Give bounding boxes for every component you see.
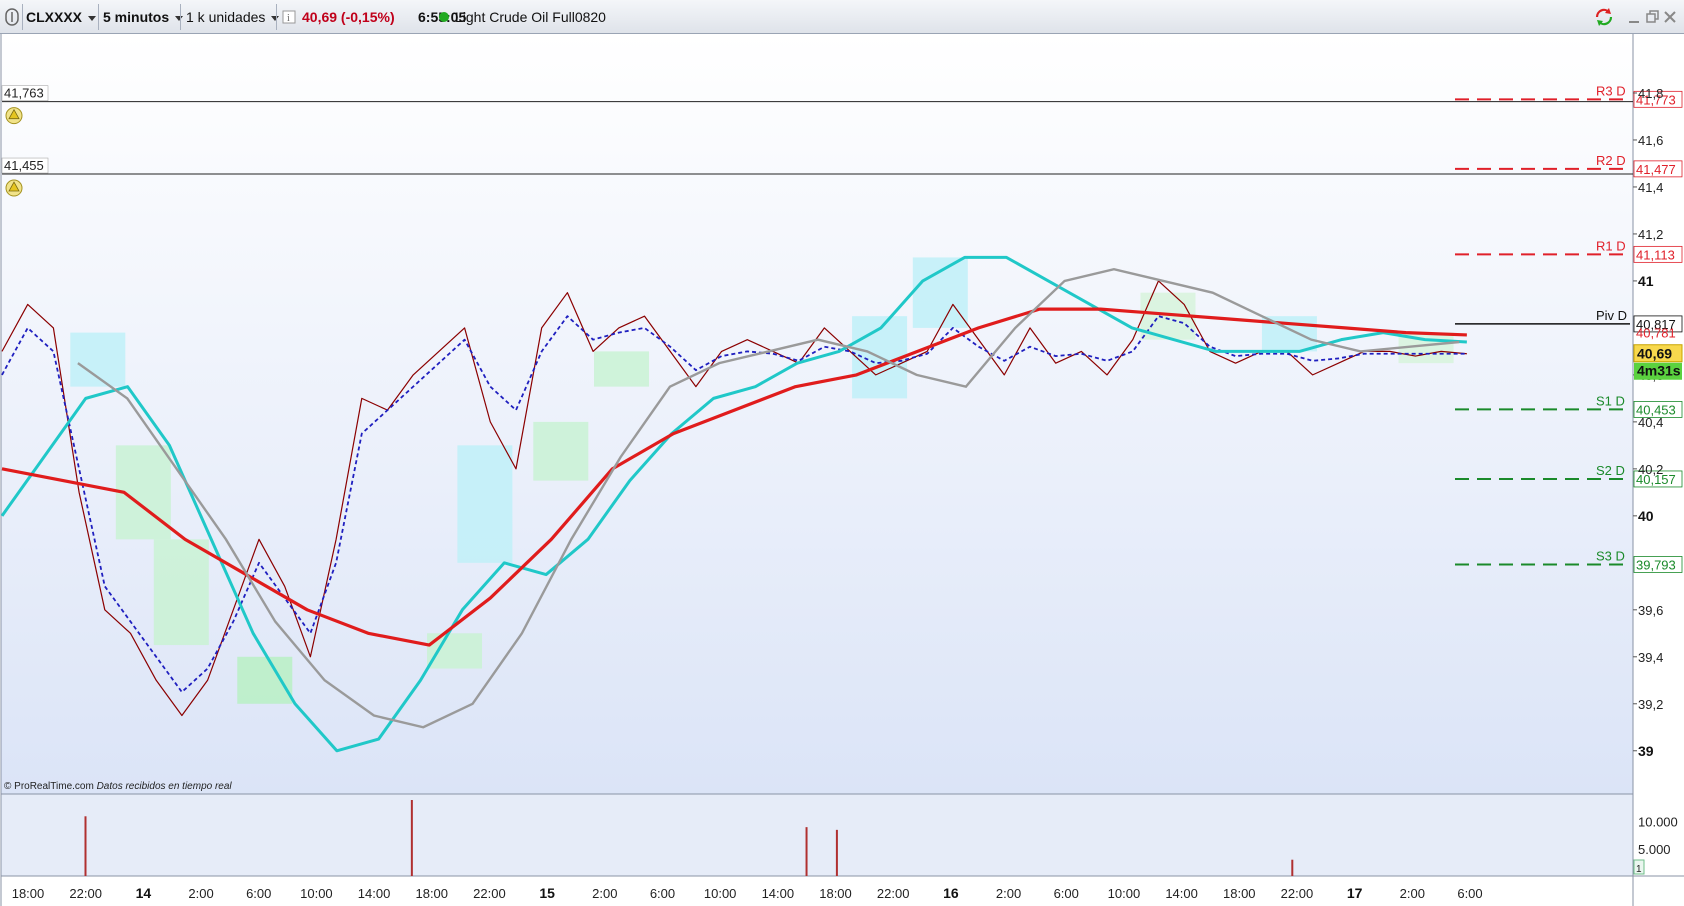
pivot-label: S1 D [1596, 393, 1625, 408]
restore-icon[interactable] [1645, 5, 1659, 29]
symbol-label: CLXXXX [26, 9, 83, 25]
time-tick-label: 6:00 [1457, 886, 1482, 901]
time-tick-label: 6:00 [246, 886, 271, 901]
info-icon[interactable]: i [282, 5, 296, 29]
price-tick-label: 39,6 [1638, 603, 1663, 618]
pivot-label: R3 D [1596, 83, 1626, 98]
time-tick-label: 15 [539, 885, 555, 901]
price-change: 40,69 (-0,15%) [302, 5, 395, 29]
units-label: 1 k unidades [186, 9, 266, 25]
pivot-label: S3 D [1596, 548, 1625, 563]
time-tick-label: 22:00 [473, 886, 506, 901]
price-change-value: 40,69 (-0,15%) [302, 9, 395, 25]
candle-countdown: 4m31s [1637, 363, 1681, 379]
price-chart[interactable]: R3 D41,773R2 D41,477R1 D41,113Piv D40,81… [0, 34, 1684, 906]
price-tick-label: 41,6 [1638, 133, 1663, 148]
time-tick-label: 14:00 [358, 886, 391, 901]
pivot-label: S2 D [1596, 463, 1625, 478]
price-tick-label: 41 [1638, 273, 1654, 289]
symbol-selector[interactable]: CLXXXX [26, 5, 97, 29]
time-tick-label: 2:00 [592, 886, 617, 901]
cloud-segment [457, 445, 513, 563]
price-tick-label: 41,4 [1638, 180, 1663, 195]
time-tick-label: 18:00 [12, 886, 45, 901]
bell-icon[interactable] [5, 179, 23, 197]
time-tick-label: 14:00 [762, 886, 795, 901]
time-tick-label: 18:00 [819, 886, 852, 901]
cloud-segment [912, 257, 968, 328]
cloud-segment [533, 421, 589, 481]
price-tick-label: 40,2 [1638, 462, 1663, 477]
chart-toolbar: CLXXXX 5 minutos 1 k unidades i 40,69 (-… [0, 0, 1684, 34]
volume-pane[interactable] [1, 794, 1633, 876]
time-tick-label: 22:00 [69, 886, 102, 901]
pivot-value: 39,793 [1636, 557, 1676, 572]
time-tick-label: 6:00 [1054, 886, 1079, 901]
pivot-label: Piv D [1596, 308, 1627, 323]
pivot-label: R1 D [1596, 238, 1626, 253]
cloud-segment [153, 539, 209, 646]
time-tick-label: 18:00 [1223, 886, 1256, 901]
volume-tick-label: 5.000 [1638, 842, 1671, 857]
pivot-value: 41,113 [1636, 247, 1675, 262]
time-tick-label: 17 [1347, 885, 1363, 901]
cloud-segment [594, 351, 650, 387]
time-tick-label: 6:00 [650, 886, 675, 901]
price-tick-label: 39,4 [1638, 650, 1663, 665]
current-price-value: 40,69 [1637, 346, 1672, 362]
units-selector[interactable]: 1 k unidades [186, 5, 280, 29]
time-tick-label: 14:00 [1165, 886, 1198, 901]
alert-value: 41,455 [4, 158, 44, 173]
price-tick-label: 39 [1638, 743, 1654, 759]
close-icon[interactable] [1663, 5, 1677, 29]
pivot-value: 41,477 [1636, 162, 1676, 177]
price-axis: 41,841,641,441,24140,640,440,24039,639,4… [1633, 86, 1683, 759]
time-tick-label: 22:00 [1281, 886, 1314, 901]
time-tick-label: 22:00 [877, 886, 910, 901]
instrument-name: Light Crude Oil Full0820 [455, 9, 606, 25]
time-tick-label: 16 [943, 885, 959, 901]
minimize-icon[interactable] [1627, 5, 1641, 29]
link-icon[interactable] [4, 5, 20, 29]
refresh-icon[interactable] [1592, 5, 1616, 29]
time-tick-label: 18:00 [415, 886, 448, 901]
time-tick-label: 2:00 [1400, 886, 1425, 901]
time-tick-label: 10:00 [1108, 886, 1141, 901]
timeframe-selector[interactable]: 5 minutos [103, 5, 184, 29]
svg-text:i: i [287, 13, 290, 24]
time-tick-label: 14 [136, 885, 152, 901]
copyright-text: © ProRealTime.com Datos recibidos en tie… [4, 781, 232, 792]
price-tick-label: 41,8 [1638, 86, 1663, 101]
time-tick-label: 2:00 [996, 886, 1021, 901]
ma-value-marker: 40,781 [1636, 325, 1676, 340]
price-tick-label: 40,4 [1638, 415, 1663, 430]
time-axis: 18:00 22:00 14 2:00 6:00 10:00 14:00 18:00 22:00… [12, 885, 1483, 901]
price-tick-label: 40 [1638, 508, 1654, 524]
price-tick-label: 41,2 [1638, 227, 1663, 242]
volume-tick-label: 10.000 [1638, 815, 1678, 830]
chevron-down-icon [88, 15, 97, 21]
price-tick-label: 39,2 [1638, 697, 1663, 712]
cloud-segment [237, 656, 293, 704]
alert-value: 41,763 [4, 86, 44, 101]
timeframe-label: 5 minutos [103, 9, 170, 25]
time-tick-label: 2:00 [188, 886, 213, 901]
pivot-label: R2 D [1596, 153, 1626, 168]
time-tick-label: 10:00 [704, 886, 737, 901]
time-tick-label: 10:00 [300, 886, 333, 901]
volume-badge-label: 1 [1636, 864, 1642, 875]
bell-icon[interactable] [5, 107, 23, 125]
